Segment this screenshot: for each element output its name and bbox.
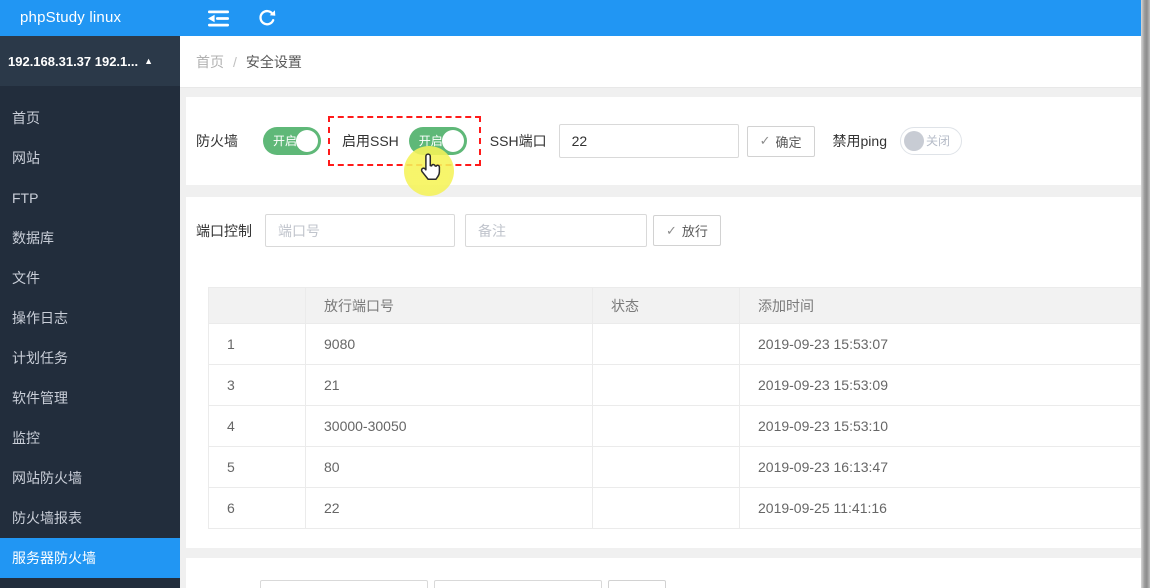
cell-col-status	[592, 487, 740, 529]
table-row: 3 21 2019-09-23 15:53:09	[208, 364, 1141, 406]
sidebar-item[interactable]: 操作日志	[0, 298, 180, 338]
sidebar-item[interactable]: 防火墙报表	[0, 498, 180, 538]
collapse-menu-icon[interactable]	[206, 9, 231, 28]
app-logo: phpStudy linux	[0, 0, 180, 36]
cell-col-status	[592, 323, 740, 365]
cell-col-index: 5	[208, 446, 306, 488]
cell-col-status	[592, 446, 740, 488]
table-body: 1 9080 2019-09-23 15:53:07 3 21 2019-09-23 15…	[208, 323, 1141, 529]
port-control-card: 端口控制 ✓ 放行 放行端口号状态添加时间 19080 2019-09-23 15…	[186, 197, 1141, 548]
table-row: 5 80 2019-09-23 16:13:47	[208, 446, 1141, 488]
header-col-port: 放行端口号	[305, 287, 593, 324]
vertical-scrollbar[interactable]	[1141, 0, 1150, 588]
sidebar-nav: 首页 网站 FTP 数据库 文件 操作日志 计划任务 软件管理 监控 网站防火墙 防火墙报表 服务器防…	[0, 98, 180, 578]
confirm-button-label: 确定	[775, 134, 802, 150]
cell-col-status	[592, 405, 740, 447]
refresh-icon[interactable]	[257, 8, 277, 28]
security-settings-card: 防火墙 开启 启用SSH 开启 SSH端口 ✓ 确定 禁用ping 关闭	[186, 97, 1141, 185]
ping-toggle-state: 关闭	[925, 134, 950, 148]
toggle-knob	[903, 131, 924, 151]
server-selector-label: 192.168.31.37 192.1...	[8, 53, 139, 69]
allow-button-label: 放行	[681, 224, 708, 239]
check-icon: ✓	[759, 133, 771, 148]
caret-up-icon: ▲	[144, 56, 154, 66]
cell-col-port: 80	[305, 446, 593, 488]
cell-col-index: 4	[208, 405, 306, 447]
sidebar: phpStudy linux 192.168.31.37 192.1... ▲ …	[0, 0, 180, 588]
allow-button[interactable]: ✓ 放行	[653, 215, 721, 246]
bottom-action-button[interactable]	[608, 580, 666, 588]
check-icon: ✓	[666, 222, 677, 238]
cell-col-port: 30000-30050	[305, 405, 593, 447]
disable-ping-label: 禁用ping	[832, 133, 887, 149]
cell-col-time: 2019-09-23 15:53:10	[739, 405, 1141, 447]
cell-col-port: 9080	[305, 323, 593, 365]
hand-cursor-icon	[416, 153, 442, 188]
disable-ping-toggle[interactable]: 关闭	[899, 127, 962, 155]
sidebar-item[interactable]: 网站	[0, 138, 180, 178]
cell-col-time: 2019-09-23 16:13:47	[739, 446, 1141, 488]
cell-col-time: 2019-09-25 11:41:16	[739, 487, 1141, 529]
sidebar-item[interactable]: FTP	[0, 178, 180, 218]
header-col-index	[208, 287, 306, 324]
topbar	[180, 0, 1150, 36]
table-header-row: 放行端口号 状态 添加时间	[208, 287, 1141, 324]
bottom-port-input[interactable]	[260, 580, 428, 588]
toggle-knob	[296, 130, 318, 152]
firewall-toggle[interactable]: 开启	[263, 127, 321, 155]
port-control-label: 端口控制	[196, 222, 252, 239]
sidebar-item[interactable]: 服务器防火墙	[0, 538, 180, 578]
port-control-row: 端口控制 ✓ 放行	[186, 214, 1141, 247]
note-input[interactable]	[465, 214, 647, 247]
sidebar-item[interactable]: 网站防火墙	[0, 458, 180, 498]
sidebar-item[interactable]: 首页	[0, 98, 180, 138]
cell-col-port: 22	[305, 487, 593, 529]
cell-col-port: 21	[305, 364, 593, 406]
sidebar-item[interactable]: 文件	[0, 258, 180, 298]
cell-col-time: 2019-09-23 15:53:07	[739, 323, 1141, 365]
cell-col-index: 6	[208, 487, 306, 529]
server-selector[interactable]: 192.168.31.37 192.1... ▲	[0, 36, 180, 86]
confirm-button[interactable]: ✓ 确定	[746, 125, 815, 157]
sidebar-item[interactable]: 软件管理	[0, 378, 180, 418]
allowed-ports-table: 放行端口号 状态 添加时间 1 9080 2019-09-23 15:53:07 3 21 2…	[208, 287, 1141, 529]
bottom-note-input[interactable]	[434, 580, 602, 588]
breadcrumb-separator: /	[233, 53, 237, 70]
cell-col-index: 1	[208, 323, 306, 365]
ssh-port-input[interactable]	[558, 124, 739, 158]
header-col-status: 状态	[592, 287, 740, 324]
firewall-toggle-state: 开启	[273, 134, 298, 148]
toggle-knob	[441, 130, 464, 152]
app-window: phpStudy linux 192.168.31.37 192.1... ▲ …	[0, 0, 1150, 588]
ssh-highlight-box: 启用SSH 开启	[328, 116, 481, 166]
table-row: 4 30000-30050 2019-09-23 15:53:10	[208, 405, 1141, 447]
cell-col-time: 2019-09-23 15:53:09	[739, 364, 1141, 406]
port-number-input[interactable]	[265, 214, 455, 247]
breadcrumb-home[interactable]: 首页	[196, 52, 224, 72]
table-row: 1 9080 2019-09-23 15:53:07	[208, 323, 1141, 365]
firewall-label: 防火墙	[196, 133, 238, 149]
ssh-label: 启用SSH	[342, 133, 399, 149]
ssh-port-label: SSH端口	[489, 133, 547, 149]
sidebar-item[interactable]: 计划任务	[0, 338, 180, 378]
cell-col-status	[592, 364, 740, 406]
sidebar-item[interactable]: 监控	[0, 418, 180, 458]
breadcrumb: 首页 / 安全设置	[180, 36, 1150, 88]
header-col-time: 添加时间	[739, 287, 1141, 324]
cell-col-index: 3	[208, 364, 306, 406]
breadcrumb-current: 安全设置	[245, 53, 302, 70]
sidebar-item[interactable]: 数据库	[0, 218, 180, 258]
next-section-card	[186, 558, 1141, 588]
table-row: 6 22 2019-09-25 11:41:16	[208, 487, 1141, 529]
